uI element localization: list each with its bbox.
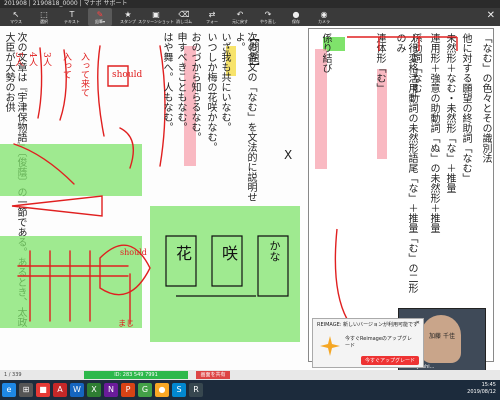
ink-stroke: [334, 228, 348, 320]
share-tool[interactable]: ⇄ フォー: [200, 8, 224, 26]
annotation-toolbar: ↖ マウス ⬚ 選択 T テキスト ✎ 鉛筆▾ ★ スタンプ ▣ スクリーンショット ⌫ 消し…: [0, 8, 500, 26]
app-icon[interactable]: ■: [36, 383, 50, 397]
excel-icon[interactable]: X: [87, 383, 101, 397]
text-icon: T: [69, 10, 75, 19]
question-prompt: 次の各文の「なむ」を文法的に説明せよ。: [233, 32, 256, 202]
notification-body: 今すぐReimageのアップグレード: [345, 336, 412, 349]
tool-label: スクリーンショット: [138, 19, 174, 24]
tool-label: やり直し: [260, 19, 276, 24]
tool-label: フォー: [206, 19, 218, 24]
redo-icon: ↷: [264, 10, 272, 19]
meeting-id-bar[interactable]: ID: 283 549 7991: [84, 371, 188, 379]
taskbar: e ⊞ ■ A W X N P G ● S R 15:45 2019/08/12: [0, 380, 500, 400]
notification-title: REIMAGE: 新しいバージョンが利用可能です: [317, 322, 418, 328]
stamp-tool[interactable]: ★ スタンプ: [116, 8, 140, 26]
system-clock: 15:45 2019/08/12: [467, 382, 496, 396]
handwritten-note: should: [112, 70, 143, 80]
handwritten-note: 入って来て: [79, 52, 89, 97]
ink-layer: [11, 45, 289, 325]
upgrade-button[interactable]: 今すぐアップグレード: [360, 356, 419, 365]
tool-label: 消しゴム: [176, 19, 192, 24]
acrobat-icon[interactable]: A: [53, 383, 67, 397]
pencil-icon: ✎: [96, 10, 104, 19]
tool-label: 保存: [292, 19, 300, 24]
clock-time: 15:45: [481, 382, 496, 388]
tool-label: 選択: [40, 19, 48, 24]
record-icon: ●: [292, 10, 300, 19]
question-item: 申すべきこともなむ。: [175, 32, 186, 132]
page-indicator: 1 / 339: [4, 372, 22, 378]
question-item: おのづから知らるなむ。: [189, 32, 200, 142]
camera-icon: ◉: [320, 10, 328, 19]
handwritten-note: should: [120, 248, 147, 257]
clock-date: 2019/08/12: [467, 389, 496, 395]
mouse-tool[interactable]: ↖ マウス: [4, 8, 28, 26]
window-title: 201908 | 2190818_0000 | マナポ サポート: [0, 0, 500, 8]
question-item: いつしか梅の花咲かなむ。: [205, 32, 216, 152]
handwritten-note: まじ: [118, 319, 134, 328]
handwritten-note: 入って: [61, 52, 71, 79]
powerpoint-icon[interactable]: P: [121, 383, 135, 397]
tool-label: カメラ: [318, 19, 330, 24]
tool-label: 元に戻す: [232, 19, 248, 24]
sparkle-icon: [320, 336, 340, 356]
update-notification[interactable]: REIMAGE: 新しいバージョンが利用可能です ✕ 今すぐReimageのアッ…: [312, 318, 424, 368]
status-strip: 1 / 339 ID: 283 549 7991 画面を共有: [0, 370, 500, 380]
document-canvas[interactable]: 次の文章は『宇津保物語』〔俊蔭〕の一節である。あるとき、太政大臣が大勢のお供: [0, 26, 500, 370]
ink-stroke: [119, 127, 134, 169]
ink-stroke: [13, 143, 75, 185]
tool-label: マウス: [10, 19, 22, 24]
star-icon: ★: [124, 10, 132, 19]
screenshot-icon: ▣: [152, 10, 160, 19]
skype-icon[interactable]: S: [172, 383, 186, 397]
handwritten-note: 5人: [13, 52, 23, 67]
camera-button[interactable]: ◉ カメラ: [312, 8, 336, 26]
eraser-tool[interactable]: ⌫ 消しゴム: [172, 8, 196, 26]
handwritten-note: 咲: [222, 244, 239, 263]
text-tool[interactable]: T テキスト: [60, 8, 84, 26]
chrome-icon[interactable]: G: [138, 383, 152, 397]
question-item: いざ我も共にいなむ。: [219, 32, 230, 132]
question-item: はや舞へ。人もなむ。: [161, 32, 172, 132]
onenote-icon[interactable]: N: [104, 383, 118, 397]
eraser-icon: ⌫: [178, 10, 190, 19]
handwritten-note: 4人: [27, 52, 37, 67]
ink-stroke: [29, 250, 91, 322]
handwritten-note: かな: [268, 240, 281, 262]
close-icon[interactable]: ✕: [416, 320, 420, 326]
ink-stroke: [97, 45, 105, 137]
handwritten-note: 花: [176, 244, 193, 263]
start-icon[interactable]: ⊞: [19, 383, 33, 397]
tool-label: スタンプ: [120, 19, 136, 24]
ink-wedge: [11, 195, 103, 217]
select-icon: ⬚: [40, 10, 48, 19]
word-icon[interactable]: W: [70, 383, 84, 397]
handwritten-note: 3人: [41, 52, 51, 67]
tool-label: テキスト: [64, 19, 80, 24]
undo-icon: ↶: [236, 10, 244, 19]
undo-button[interactable]: ↶ 元に戻す: [228, 8, 252, 26]
tool-label: 鉛筆▾: [94, 19, 105, 24]
save-button[interactable]: ● 保存: [284, 8, 308, 26]
reimage-icon[interactable]: R: [189, 383, 203, 397]
app-icon[interactable]: ●: [155, 383, 169, 397]
screenshot-tool[interactable]: ▣ スクリーンショット: [138, 8, 174, 26]
cursor-icon: ↖: [12, 10, 20, 19]
pen-tool[interactable]: ✎ 鉛筆▾: [88, 8, 112, 26]
ink-bracket: [347, 36, 458, 51]
redo-button[interactable]: ↷ やり直し: [256, 8, 280, 26]
share-screen-button[interactable]: 画面を共有: [196, 371, 230, 379]
share-icon: ⇄: [208, 10, 216, 19]
x-mark: X: [284, 148, 293, 162]
browser-icon[interactable]: e: [2, 383, 16, 397]
close-icon[interactable]: ✕: [487, 10, 495, 21]
select-tool[interactable]: ⬚ 選択: [32, 8, 56, 26]
